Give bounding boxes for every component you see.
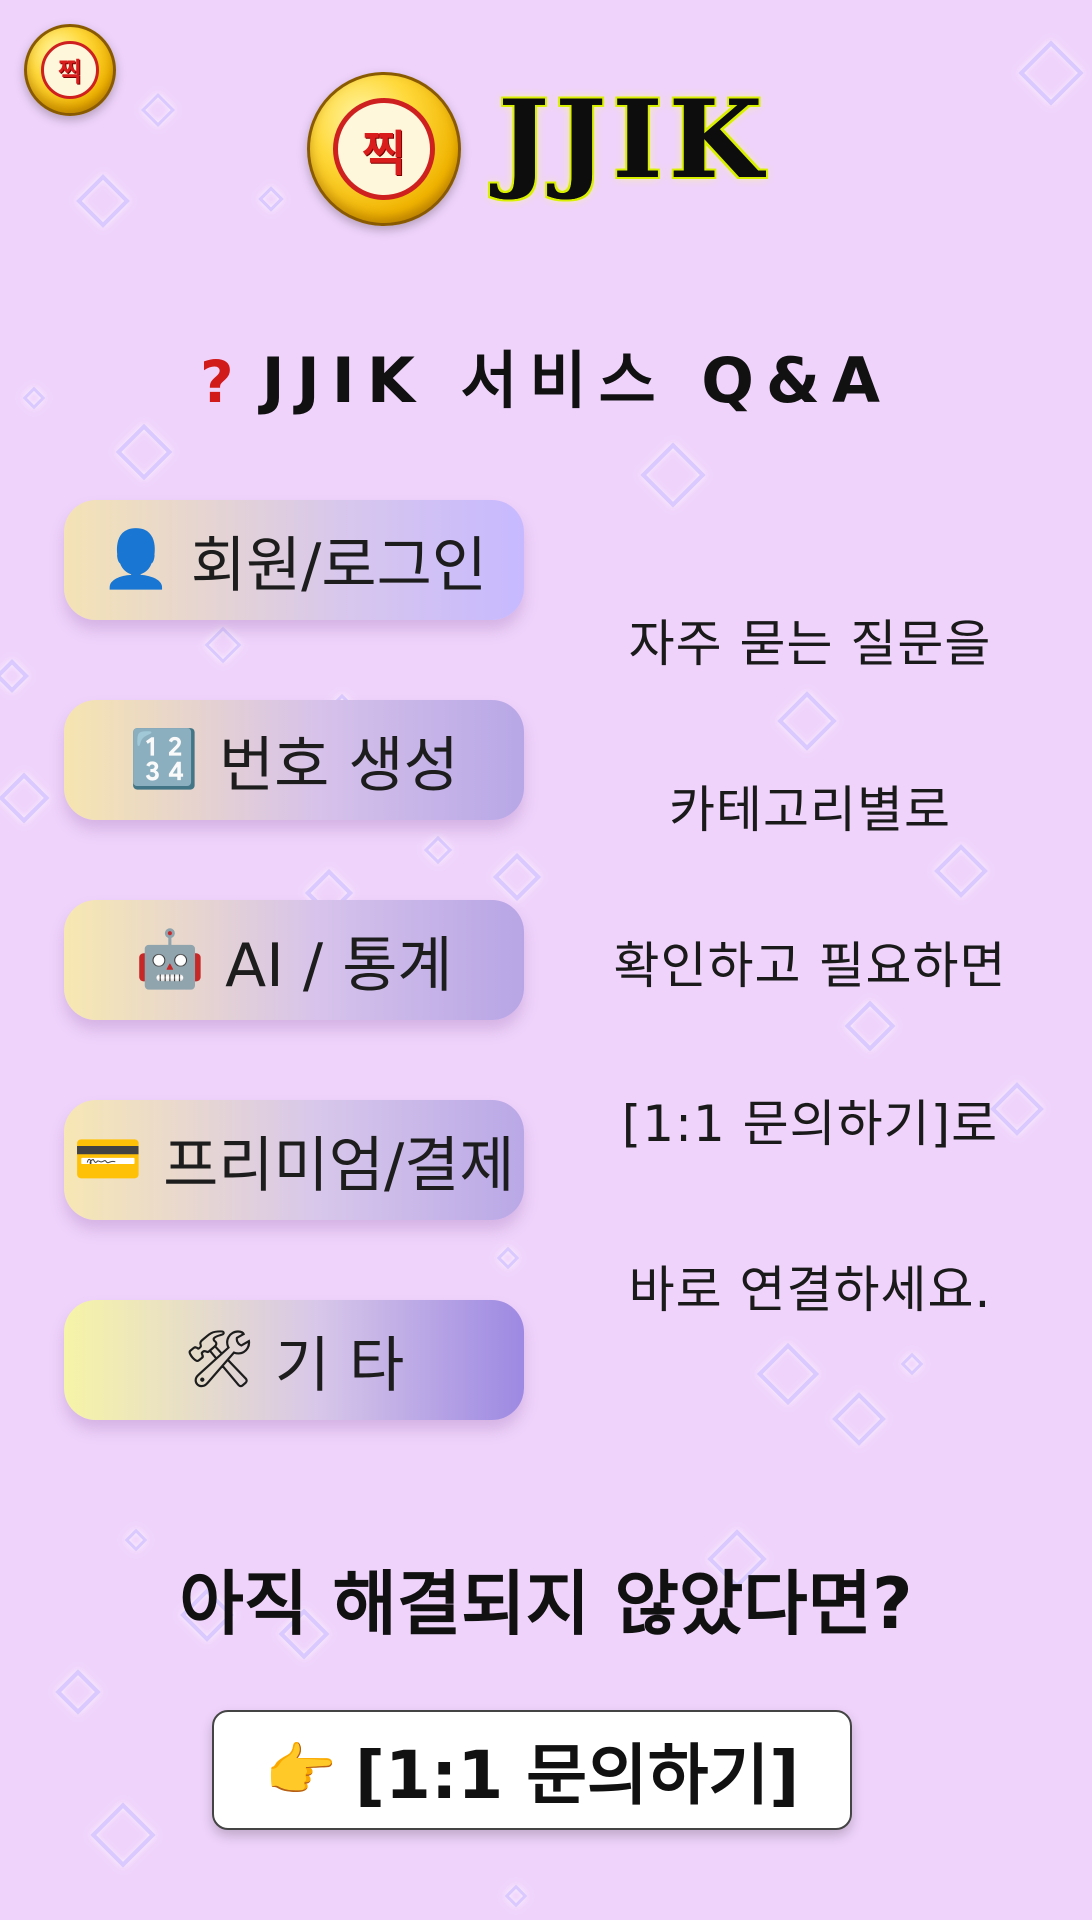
small-logo-mark: 찍 bbox=[41, 41, 99, 99]
category-button-number-generation[interactable]: 🔢 번호 생성 bbox=[64, 700, 524, 820]
credit-card-icon: 💳 bbox=[73, 1127, 144, 1192]
category-label: 프리미엄/결제 bbox=[163, 1130, 515, 1201]
inquiry-button-label: [1:1 문의하기] bbox=[354, 1737, 800, 1814]
sparkle-decoration bbox=[76, 174, 130, 228]
sparkle-decoration bbox=[832, 1392, 886, 1446]
sparkle-decoration bbox=[777, 691, 837, 751]
sparkle-decoration bbox=[934, 844, 988, 898]
category-label: 회원/로그인 bbox=[190, 530, 487, 601]
category-label: AI / 통계 bbox=[225, 930, 453, 1001]
sparkle-decoration bbox=[844, 1000, 896, 1052]
numbers-icon: 🔢 bbox=[129, 727, 199, 792]
sparkle-decoration bbox=[496, 1246, 520, 1270]
sparkle-decoration bbox=[204, 626, 242, 664]
small-app-logo: 찍 bbox=[24, 24, 116, 116]
pointing-hand-icon: 👉 bbox=[264, 1736, 337, 1804]
sparkle-decoration bbox=[756, 1342, 820, 1406]
robot-icon: 🤖 bbox=[135, 927, 206, 992]
category-button-other[interactable]: 🛠 기 타 bbox=[64, 1300, 524, 1420]
category-button-member-login[interactable]: 👤 회원/로그인 bbox=[64, 500, 524, 620]
tools-icon: 🛠 bbox=[183, 1327, 255, 1392]
sparkle-decoration bbox=[1018, 40, 1084, 106]
sparkle-decoration bbox=[492, 852, 542, 902]
user-icon: 👤 bbox=[101, 527, 171, 592]
main-app-logo: 찍 bbox=[307, 72, 461, 226]
help-text-line: 카테고리별로 bbox=[669, 781, 951, 839]
sparkle-decoration bbox=[504, 1884, 528, 1908]
sparkle-decoration bbox=[90, 1802, 156, 1868]
category-button-ai-statistics[interactable]: 🤖 AI / 통계 bbox=[64, 900, 524, 1020]
sparkle-decoration bbox=[423, 835, 453, 865]
help-text-line: [1:1 문의하기]로 bbox=[621, 1095, 999, 1153]
inquiry-button[interactable]: 👉 [1:1 문의하기] bbox=[212, 1710, 852, 1830]
sparkle-decoration bbox=[55, 1669, 101, 1715]
sparkle-decoration bbox=[0, 772, 50, 824]
help-text-line: 바로 연결하세요. bbox=[628, 1261, 992, 1319]
sparkle-decoration bbox=[141, 93, 175, 127]
page-title: ? JJIK 서비스 Q&A bbox=[0, 330, 1092, 420]
category-label: 기 타 bbox=[274, 1330, 405, 1401]
sparkle-decoration bbox=[258, 186, 284, 212]
sparkle-decoration bbox=[640, 442, 706, 508]
category-label: 번호 생성 bbox=[218, 730, 459, 801]
sparkle-decoration bbox=[900, 1352, 924, 1376]
help-text-line: 확인하고 필요하면 bbox=[613, 937, 1007, 995]
unresolved-question: 아직 해결되지 않았다면? bbox=[179, 1563, 913, 1645]
help-text-line: 자주 묻는 질문을 bbox=[628, 615, 992, 673]
question-mark-icon: ? bbox=[200, 348, 234, 416]
category-button-premium-payment[interactable]: 💳 프리미엄/결제 bbox=[64, 1100, 524, 1220]
page-title-text: JJIK 서비스 Q&A bbox=[261, 344, 892, 417]
brand-name: JJIK bbox=[498, 77, 769, 203]
main-logo-mark: 찍 bbox=[333, 98, 435, 200]
sparkle-decoration bbox=[0, 659, 29, 693]
sparkle-decoration bbox=[115, 423, 173, 481]
